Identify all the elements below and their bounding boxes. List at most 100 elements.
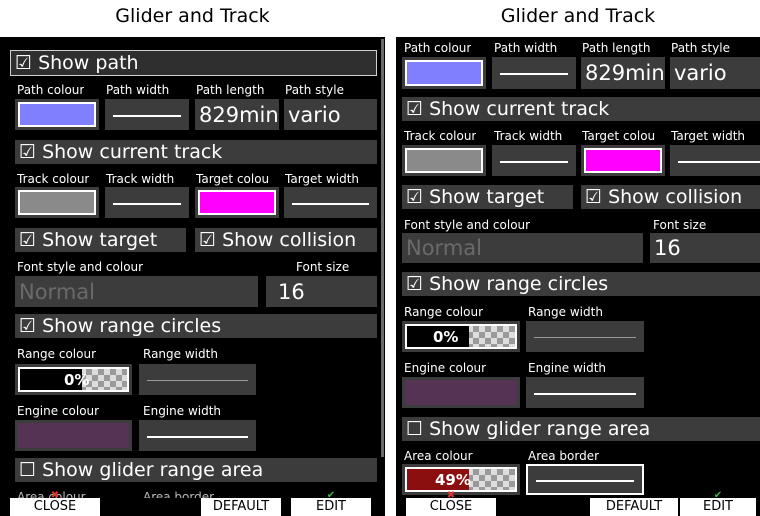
- path-colour-label: Path colour: [17, 83, 85, 97]
- path-colour-label: Path colour: [404, 41, 472, 55]
- path-style-value: vario: [288, 103, 341, 127]
- target-width-field[interactable]: [284, 187, 377, 218]
- path-length-value: 829min: [585, 61, 665, 85]
- range-colour-label: Range colour: [17, 347, 97, 361]
- track-width-line: [113, 202, 181, 205]
- font-style-field[interactable]: Normal: [15, 276, 258, 307]
- range-colour-percent: 0%: [64, 370, 90, 389]
- path-style-field[interactable]: vario: [670, 57, 760, 89]
- x-icon: ✖: [50, 490, 60, 501]
- range-width-field[interactable]: [526, 321, 644, 352]
- font-style-label: Font style and colour: [17, 260, 144, 274]
- engine-width-label: Engine width: [143, 404, 222, 418]
- target-colour-label: Target colou: [582, 129, 656, 143]
- range-width-line: [534, 336, 636, 338]
- area-colour-swatch: 49%: [405, 467, 517, 492]
- default-button-label: DEFAULT: [605, 499, 663, 514]
- window-title: Glider and Track: [0, 0, 385, 37]
- edit-button[interactable]: ✔ EDIT: [291, 491, 371, 516]
- engine-colour-label: Engine colour: [17, 404, 100, 418]
- close-button[interactable]: ✖ CLOSE: [10, 491, 100, 516]
- show-range-circles-checkbox[interactable]: ☑ Show range circles: [15, 314, 377, 338]
- range-colour-label: Range colour: [404, 305, 484, 319]
- track-colour-field[interactable]: [15, 187, 99, 218]
- edit-button-label: EDIT: [316, 499, 346, 514]
- engine-width-line: [534, 392, 636, 395]
- target-colour-field[interactable]: [195, 187, 279, 218]
- show-current-track-checkbox[interactable]: ☑ Show current track: [402, 97, 760, 121]
- font-size-value: 16: [278, 280, 305, 304]
- engine-width-field[interactable]: [526, 377, 644, 408]
- target-width-label: Target width: [671, 129, 746, 143]
- area-colour-percent: 49%: [435, 470, 471, 489]
- show-range-circles-checkbox[interactable]: ☑ Show range circles: [402, 272, 760, 296]
- font-size-field[interactable]: 16: [266, 276, 377, 307]
- path-width-line: [113, 114, 181, 117]
- check-icon: ✔: [713, 490, 723, 501]
- default-button-label: DEFAULT: [212, 499, 270, 514]
- path-length-label: Path length: [582, 41, 651, 55]
- area-border-label: Area border: [528, 449, 600, 463]
- area-border-field[interactable]: [526, 464, 644, 495]
- area-colour-label: Area colour: [404, 449, 473, 463]
- target-width-line: [678, 160, 760, 163]
- range-colour-swatch: 0%: [405, 324, 517, 349]
- range-width-field[interactable]: [139, 364, 256, 395]
- track-colour-label: Track colour: [17, 172, 90, 186]
- target-width-field[interactable]: [670, 145, 760, 176]
- settings-panel-left: Glider and Track ☑ Show path Path colour…: [0, 0, 385, 516]
- range-width-label: Range width: [528, 305, 603, 319]
- show-glider-range-checkbox[interactable]: ☐ Show glider range area: [15, 458, 377, 482]
- show-target-checkbox[interactable]: ☑ Show target: [402, 185, 573, 209]
- engine-width-field[interactable]: [139, 420, 256, 451]
- default-button[interactable]: DEFAULT: [201, 498, 281, 516]
- show-current-track-checkbox[interactable]: ☑ Show current track: [15, 140, 377, 164]
- path-colour-field[interactable]: [15, 99, 99, 130]
- show-path-checkbox[interactable]: ☑ Show path: [10, 50, 377, 76]
- path-width-field[interactable]: [492, 57, 576, 89]
- track-colour-swatch: [18, 190, 96, 215]
- track-width-label: Track width: [106, 172, 175, 186]
- path-colour-field[interactable]: [402, 57, 486, 89]
- track-colour-field[interactable]: [402, 145, 486, 176]
- show-target-checkbox[interactable]: ☑ Show target: [15, 228, 186, 252]
- path-length-field[interactable]: 829min: [581, 57, 665, 89]
- range-colour-field[interactable]: 0%: [15, 364, 132, 395]
- track-width-field[interactable]: [492, 145, 576, 176]
- x-icon: ✖: [446, 490, 456, 501]
- path-length-value: 829min: [199, 103, 279, 127]
- path-style-label: Path style: [285, 83, 344, 97]
- scrollbar[interactable]: [381, 39, 384, 457]
- area-border-line: [536, 479, 634, 482]
- font-style-value: Normal: [406, 236, 482, 260]
- area-colour-field[interactable]: 49%: [402, 464, 520, 495]
- font-size-field[interactable]: 16: [650, 233, 760, 263]
- close-button[interactable]: ✖ CLOSE: [406, 491, 496, 516]
- track-colour-swatch: [405, 148, 483, 173]
- target-width-line: [292, 202, 369, 205]
- default-button[interactable]: DEFAULT: [590, 498, 678, 516]
- range-colour-field[interactable]: 0%: [402, 321, 520, 352]
- check-icon: ✔: [326, 490, 336, 501]
- range-colour-percent: 0%: [433, 327, 459, 346]
- path-style-field[interactable]: vario: [284, 99, 377, 130]
- show-collision-checkbox[interactable]: ☑ Show collision: [581, 185, 760, 209]
- show-collision-checkbox[interactable]: ☑ Show collision: [195, 228, 377, 252]
- path-style-value: vario: [674, 61, 727, 85]
- path-width-line: [500, 73, 568, 75]
- font-style-field[interactable]: Normal: [402, 233, 643, 263]
- target-colour-field[interactable]: [581, 145, 665, 176]
- show-glider-range-checkbox[interactable]: ☐ Show glider range area: [402, 417, 760, 441]
- path-length-field[interactable]: 829min: [195, 99, 279, 130]
- engine-colour-swatch: [18, 423, 129, 448]
- track-width-field[interactable]: [105, 187, 189, 218]
- path-width-field[interactable]: [105, 99, 189, 130]
- window-title: Glider and Track: [396, 0, 760, 37]
- path-style-label: Path style: [671, 41, 730, 55]
- track-width-label: Track width: [494, 129, 563, 143]
- engine-colour-field[interactable]: [402, 377, 520, 408]
- engine-colour-field[interactable]: [15, 420, 132, 451]
- track-width-line: [500, 160, 568, 163]
- edit-button[interactable]: ✔ EDIT: [680, 491, 756, 516]
- area-border-label: Area border: [143, 490, 215, 498]
